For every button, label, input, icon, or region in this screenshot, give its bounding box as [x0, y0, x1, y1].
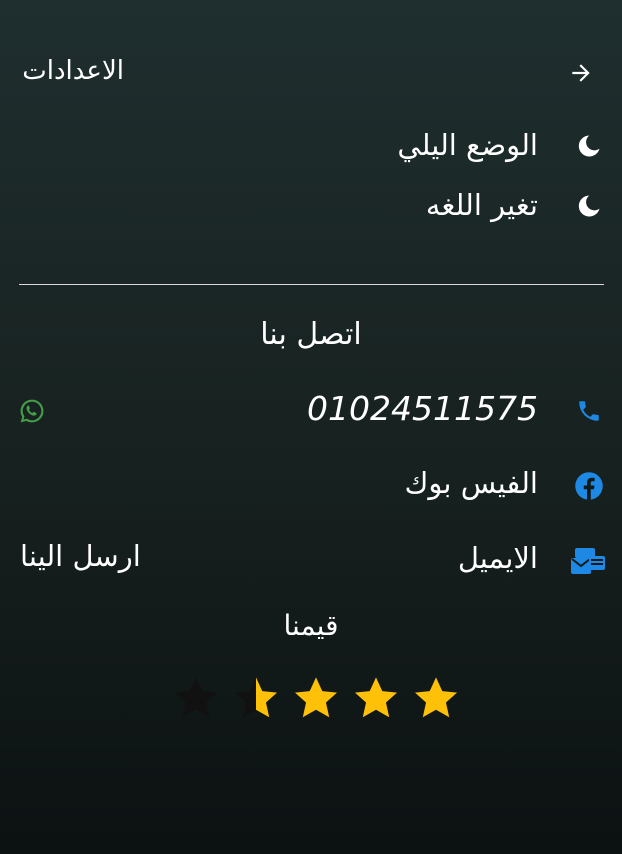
settings-item-night-mode[interactable]: الوضع اليلي: [0, 125, 622, 169]
star-empty-icon[interactable]: [170, 672, 222, 724]
star-icon[interactable]: [350, 672, 402, 724]
arrow-right-icon: [572, 64, 590, 82]
back-button[interactable]: [566, 58, 596, 88]
facebook-label: الفيس بوك: [404, 466, 538, 500]
phone-number: 01024511575: [307, 389, 538, 428]
phone-icon: [574, 396, 604, 426]
email-icon: [571, 546, 605, 576]
facebook-row[interactable]: الفيس بوك: [0, 463, 622, 509]
star-half-icon[interactable]: [230, 672, 282, 724]
contact-title: اتصل بنا: [260, 317, 362, 352]
moon-icon: [574, 191, 604, 221]
page-title: الاعدادات: [22, 56, 124, 86]
star-rating[interactable]: [160, 672, 460, 724]
settings-item-label: الوضع اليلي: [397, 128, 538, 162]
phone-row[interactable]: 01024511575: [0, 388, 622, 434]
settings-item-language[interactable]: تغير اللغه: [0, 185, 622, 229]
email-label: الايميل: [457, 541, 538, 575]
star-icon[interactable]: [410, 672, 462, 724]
whatsapp-icon[interactable]: [17, 396, 47, 426]
facebook-icon: [574, 471, 604, 501]
send-to-us-link[interactable]: ارسل الينا: [20, 542, 141, 571]
settings-item-label: تغير اللغه: [425, 188, 538, 222]
moon-icon: [574, 131, 604, 161]
star-icon[interactable]: [290, 672, 342, 724]
divider: [19, 284, 604, 285]
rating-title: قيمنا: [283, 609, 339, 642]
